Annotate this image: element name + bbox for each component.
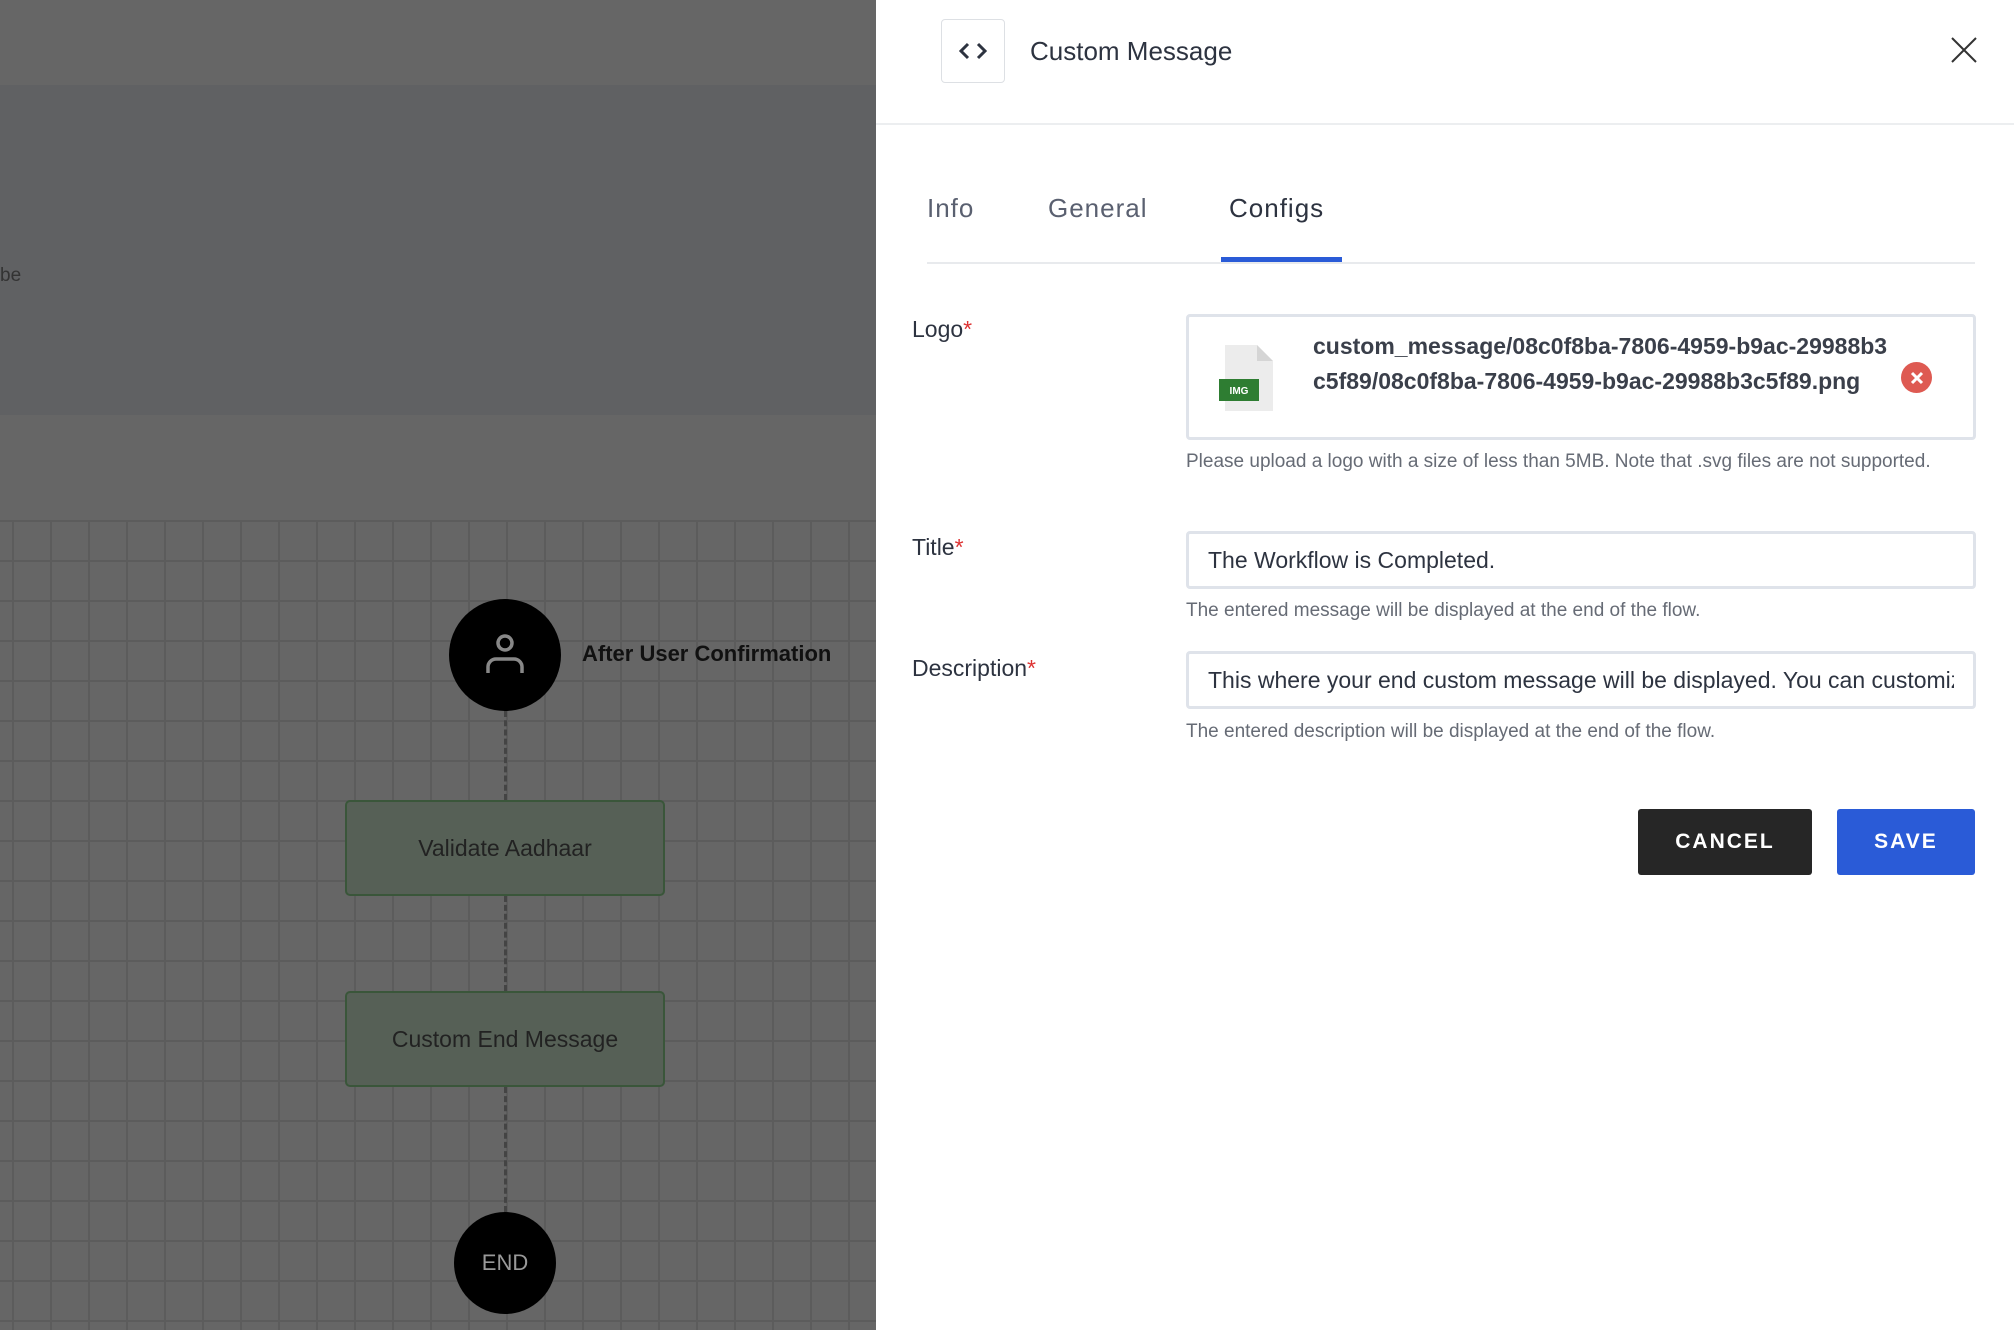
end-node[interactable]: END [454, 1212, 556, 1314]
tab-configs[interactable]: Configs [1229, 193, 1324, 224]
description-input[interactable] [1186, 651, 1976, 709]
save-button[interactable]: SAVE [1837, 809, 1975, 875]
remove-file-icon[interactable] [1901, 362, 1932, 393]
end-label: END [481, 1250, 529, 1275]
tab-info[interactable]: Info [927, 193, 974, 224]
logo-upload[interactable]: IMG custom_message/08c0f8ba-7806-4959-b9… [1186, 314, 1976, 440]
logo-label: Logo* [912, 316, 973, 342]
cancel-button[interactable]: CANCEL [1638, 809, 1812, 875]
active-tab-indicator [1221, 257, 1342, 262]
connector [504, 896, 507, 991]
user-icon [486, 634, 524, 673]
panel-title: Custom Message [1030, 36, 1233, 66]
logo-help: Please upload a logo with a size of less… [1186, 451, 1931, 472]
title-help: The entered message will be displayed at… [1186, 600, 1701, 621]
side-panel: Custom Message Info General Configs Logo… [876, 0, 2014, 1330]
image-file-icon: IMG [1219, 345, 1273, 411]
tab-bar: Info General Configs [927, 190, 1975, 264]
canvas-header-band [0, 85, 876, 415]
close-icon[interactable] [1950, 36, 1978, 64]
user-confirmation-node[interactable] [449, 599, 561, 711]
connector [504, 711, 507, 800]
partial-text: be [0, 265, 22, 286]
file-badge: IMG [1230, 386, 1249, 397]
connector [504, 1087, 507, 1212]
title-input[interactable] [1186, 531, 1976, 589]
file-name: custom_message/08c0f8ba-7806-4959-b9ac-2… [1313, 333, 1888, 394]
description-label: Description* [912, 655, 1036, 681]
header-divider [876, 123, 2014, 125]
title-label: Title* [912, 534, 964, 560]
description-help: The entered description will be displaye… [1186, 721, 1716, 742]
custom-end-message-node[interactable]: Custom End Message [345, 991, 665, 1087]
tab-general[interactable]: General [1048, 193, 1148, 224]
workflow-canvas: be After User Confirmation Validate Aadh… [0, 0, 876, 1330]
node-label: After User Confirmation [582, 641, 832, 666]
code-icon [941, 19, 1005, 83]
validate-aadhaar-node[interactable]: Validate Aadhaar [345, 800, 665, 896]
